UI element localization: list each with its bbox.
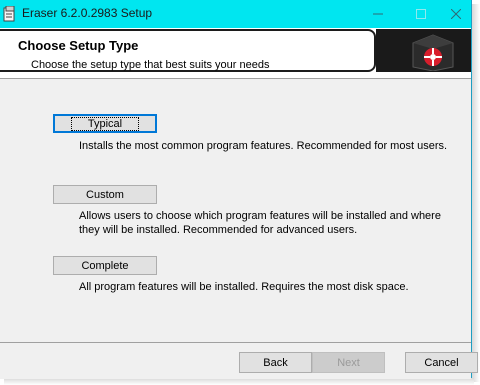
maximize-icon — [416, 9, 426, 19]
complete-button-label: Complete — [81, 259, 129, 272]
complete-description: All program features will be installed. … — [79, 281, 409, 293]
header-text-panel: Choose Setup Type Choose the setup type … — [0, 29, 376, 72]
next-button: Next — [312, 352, 385, 373]
page-subtitle: Choose the setup type that best suits yo… — [31, 59, 270, 71]
minimize-icon — [373, 13, 383, 15]
typical-button-label: Typical — [70, 116, 140, 131]
title-bar[interactable]: Eraser 6.2.0.2983 Setup — [0, 0, 471, 28]
custom-description: Allows users to choose which program fea… — [79, 210, 441, 236]
typical-button[interactable]: Typical — [53, 114, 157, 133]
typical-description: Installs the most common program feature… — [79, 140, 448, 152]
custom-button-label: Custom — [86, 188, 124, 201]
page-title: Choose Setup Type — [18, 38, 139, 53]
close-button[interactable] — [440, 0, 471, 28]
wizard-footer: Back Next Cancel — [0, 342, 478, 379]
cancel-button[interactable]: Cancel — [405, 352, 478, 373]
window-shadow-bottom — [4, 378, 474, 385]
minimize-button[interactable] — [358, 0, 398, 28]
window-title: Eraser 6.2.0.2983 Setup — [22, 6, 153, 20]
complete-button[interactable]: Complete — [53, 256, 157, 275]
setup-window: Eraser 6.2.0.2983 Setup Choose Setup Typ… — [0, 0, 478, 379]
window-shadow — [472, 4, 480, 382]
back-button[interactable]: Back — [239, 352, 312, 373]
close-icon — [450, 9, 461, 19]
installer-icon — [3, 6, 15, 22]
maximize-button — [401, 0, 441, 28]
wizard-header: Choose Setup Type Choose the setup type … — [0, 28, 471, 79]
eraser-logo-icon — [412, 34, 454, 71]
custom-button[interactable]: Custom — [53, 185, 157, 204]
